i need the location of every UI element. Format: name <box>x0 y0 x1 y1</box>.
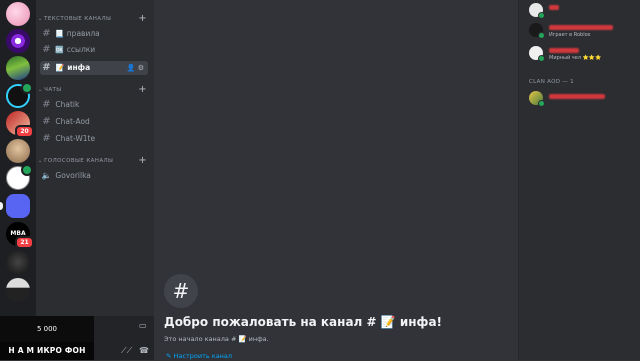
welcome-subtitle: Это начало канала # 📝 инфа. <box>164 335 269 343</box>
hash-icon: # <box>42 44 51 55</box>
add-channel-icon[interactable]: + <box>138 156 147 166</box>
channel-label: Chatik <box>55 100 80 109</box>
online-status-icon <box>538 100 545 107</box>
online-status-icon <box>538 12 545 19</box>
channel-hash-icon: # <box>164 274 198 308</box>
server-icon-ring[interactable] <box>6 82 33 108</box>
channel-label: инфа <box>67 63 91 72</box>
screen-share-icon[interactable]: ▭ <box>139 321 147 330</box>
member-name-blurred <box>549 25 613 30</box>
member-group-header: CLAN AOD — 1 <box>529 79 574 85</box>
server-icon-blue[interactable] <box>0 194 30 218</box>
member-custom-status: Мирный чел ⭐⭐⭐ <box>549 55 602 61</box>
voice-signal-icon[interactable]: ⟋⟋ <box>121 346 132 356</box>
server-icon-dark[interactable] <box>6 250 30 274</box>
disconnect-icon[interactable]: ☎ <box>139 346 149 355</box>
member-item[interactable]: Мирный чел ⭐⭐⭐ <box>529 46 637 68</box>
channel-emoji: 📃 <box>55 30 65 38</box>
channel-chat-w1te[interactable]: # Chat-W1te <box>40 132 148 146</box>
channel-pravila[interactable]: # 📃 правила <box>40 27 148 41</box>
hash-icon: # <box>42 116 51 127</box>
channel-label: ссылки <box>66 45 96 54</box>
mention-badge: 20 <box>15 125 34 138</box>
channel-ssylki[interactable]: # 🆗 ссылки <box>40 43 148 57</box>
server-icon-mountain[interactable] <box>6 278 30 302</box>
welcome-title: Добро пожаловать на канал # 📝 инфа! <box>164 315 443 329</box>
category-label: ЧАТЫ <box>44 87 62 93</box>
channel-govorilka[interactable]: 🔈 Govorilka <box>40 169 148 183</box>
voice-activity-icon <box>21 82 33 94</box>
member-item[interactable] <box>529 3 637 25</box>
member-name-blurred <box>549 94 605 99</box>
server-icon-landscape[interactable] <box>6 56 30 80</box>
hash-icon: # <box>42 133 51 144</box>
setup-channel-label: Настроить канал <box>173 352 233 360</box>
category-chats[interactable]: ⌄ ЧАТЫ + <box>38 85 150 96</box>
pencil-icon: ✎ <box>166 352 172 360</box>
server-icon-skull[interactable] <box>6 164 33 190</box>
mention-badge: 21 <box>15 236 34 249</box>
server-icon-pink[interactable] <box>6 2 30 26</box>
member-name-blurred <box>549 48 579 53</box>
member-item[interactable] <box>529 91 637 113</box>
gear-icon[interactable]: ⚙ <box>138 64 144 72</box>
server-icon-galaxy[interactable] <box>6 29 30 53</box>
channel-label: Govorilka <box>55 171 91 180</box>
server-icon-portrait[interactable] <box>6 139 30 163</box>
chevron-down-icon: ⌄ <box>38 87 43 93</box>
channel-label: правила <box>66 29 100 38</box>
hash-icon: # <box>42 99 51 110</box>
category-text-channels[interactable]: ⌄ ТЕКСТОВЫЕ КАНАЛЫ + <box>38 14 150 25</box>
category-label: ГОЛОСОВЫЕ КАНАЛЫ <box>44 158 114 164</box>
online-status-icon <box>538 32 545 39</box>
channel-emoji: 🆗 <box>55 46 65 54</box>
hash-icon: # <box>42 28 51 39</box>
server-icon-anime[interactable]: 20 <box>6 111 34 138</box>
add-channel-icon[interactable]: + <box>138 85 147 95</box>
speaker-icon: 🔈 <box>41 171 52 180</box>
server-rail: 20 MBA 21 <box>0 0 36 360</box>
invite-icon[interactable]: 👤 <box>127 64 136 72</box>
channel-infa[interactable]: # 📝 инфа 👤 ⚙ <box>40 61 148 75</box>
online-status-icon <box>538 55 545 62</box>
member-name-blurred <box>549 5 559 10</box>
member-activity: Играет в Roblox <box>549 32 591 38</box>
member-item[interactable]: Играет в Roblox <box>529 23 637 45</box>
hash-icon: # <box>42 62 51 73</box>
stream-overlay-mic-banner: Н А М ИКРО ФОН <box>0 342 94 360</box>
voice-activity-icon <box>21 164 33 176</box>
member-list: Играет в Roblox Мирный чел ⭐⭐⭐ CLAN AOD … <box>518 0 640 360</box>
chevron-down-icon: ⌄ <box>38 16 43 22</box>
channel-chatik[interactable]: # Chatik <box>40 98 148 112</box>
channel-label: Chat-W1te <box>55 134 96 143</box>
category-voice-channels[interactable]: ⌄ ГОЛОСОВЫЕ КАНАЛЫ + <box>38 156 150 167</box>
channel-emoji: 📝 <box>55 64 65 72</box>
channel-sidebar: ⌄ ТЕКСТОВЫЕ КАНАЛЫ + # 📃 правила # 🆗 ссы… <box>36 0 154 360</box>
add-channel-icon[interactable]: + <box>138 14 147 24</box>
category-label: ТЕКСТОВЫЕ КАНАЛЫ <box>44 16 112 22</box>
selected-server-pip <box>0 202 3 210</box>
server-icon-mba[interactable]: MBA 21 <box>6 222 34 249</box>
channel-chat-aod[interactable]: # Chat-Aod <box>40 115 148 129</box>
chat-main: # Добро пожаловать на канал # 📝 инфа! Эт… <box>154 0 518 360</box>
channel-label: Chat-Aod <box>55 117 90 126</box>
chevron-down-icon: ⌄ <box>38 158 43 164</box>
stream-overlay-coins: 5 000 <box>0 316 94 342</box>
